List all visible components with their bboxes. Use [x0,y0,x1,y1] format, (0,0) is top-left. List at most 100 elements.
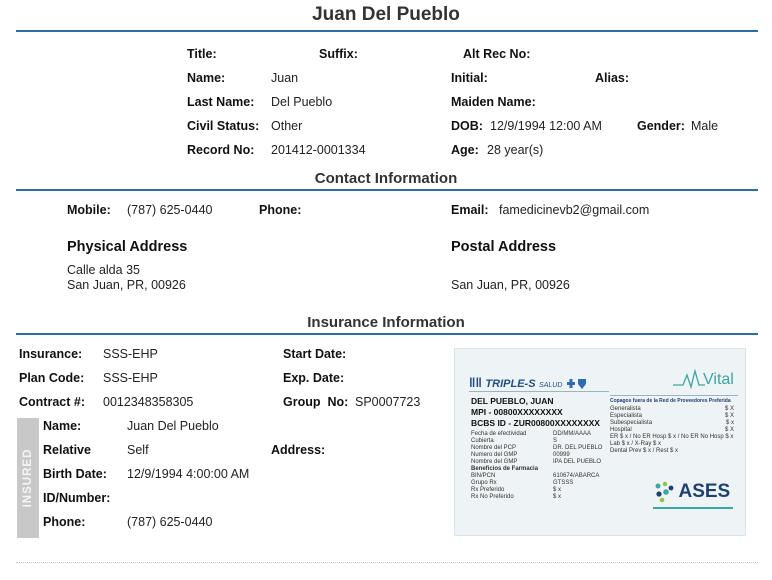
card-copay-label: Generalista [610,406,641,412]
card-pharmacy-row: Rx Preferido $ x [471,487,561,494]
name-label: Name: [187,71,226,85]
card-copay-row: ER $ x / No ER Hosp $ x / No ER No Hosp … [610,434,738,441]
card-pharmacy-label: Grupo Rx [471,480,497,486]
insured-name-label: Name: [43,419,82,433]
physical-address-line2: San Juan, PR, 00926 [67,278,186,292]
physical-address-heading: Physical Address [67,239,188,255]
record-no-label: Record No: [187,143,255,157]
plan-code-label: Plan Code: [19,371,85,385]
birth-date-label: Birth Date: [43,467,107,481]
ases-dots-icon [655,481,674,503]
card-field-label: Nombre del GMP [471,459,518,465]
email-label: Email: [451,203,489,217]
bcbs-cross-shield-icon [566,378,586,389]
card-copay-label: ER $ x / No ER Hosp $ x / No ER No Hosp … [610,434,734,440]
card-field-row: Cubierta S [471,438,557,445]
vital-brand: Vital [703,371,734,388]
title-divider [16,30,758,32]
insured-name-value: Juan Del Pueblo [127,419,219,433]
card-pharmacy-label: BIN/PCN [471,473,496,479]
card-copay-label: Dental Prev $ x / Rest $ x [610,448,679,454]
contract-value: 0012348358305 [103,395,194,409]
insured-phone-value: (787) 625-0440 [127,515,213,529]
card-copay-label: Subespecialista [610,420,653,426]
title-label: Title: [187,47,217,61]
card-pharmacy-heading: Beneficios de Farmacia [471,466,539,472]
email-value: famedicinevb2@gmail.com [499,203,650,217]
insured-tab-label: INSURED [22,448,34,508]
card-copay-label: Hospital [610,427,632,433]
card-pharmacy-value: $ x [553,487,562,493]
record-no-value: 201412-0001334 [271,143,366,157]
alt-rec-label: Alt Rec No: [463,47,531,61]
gender-value: Male [691,119,719,133]
card-field-row: Fecha de efectividad DD/MM/AAAA [471,431,591,438]
phone-label: Phone: [259,203,302,217]
insurance-section-title: Insurance Information [307,314,465,331]
civil-status-value: Other [271,119,303,133]
initial-label: Initial: [451,71,488,85]
postal-address-line1: San Juan, PR, 00926 [451,278,570,292]
triple-s-logo: ‖‖ TRIPLE-S SALUD [469,375,588,390]
physical-address-line1: Calle alda 35 [67,263,140,277]
card-copay-row: Subespecialista $ x [610,420,738,427]
ases-logo: ASES [653,481,730,503]
card-field-label: Numero del GMP [471,452,518,458]
start-date-label: Start Date: [283,347,347,361]
card-copay-value: $ X [724,406,734,412]
card-copay-label: Especialista [610,413,643,419]
card-left-divider [469,391,609,392]
maiden-name-label: Maiden Name: [451,95,536,109]
card-field-row: Nombre del GMP IPA DEL PUEBLO [471,459,601,466]
relative-value: Self [127,443,149,457]
suffix-label: Suffix: [319,47,358,61]
card-pharmacy-value: 610674/ABARCA [553,473,600,479]
insurance-card-image: ‖‖ TRIPLE-S SALUD Vital DEL PUEBLO, JUAN… [454,348,746,536]
card-field-list: Fecha de efectividad DD/MM/AAAA Cubierta S N… [471,431,602,501]
card-pharmacy-row: BIN/PCN 610674/ABARCA [471,473,599,480]
card-field-value: IPA DEL PUEBLO [553,459,602,465]
triple-s-sub: SALUD [539,382,563,389]
card-pharmacy-row: Grupo Rx GTSSS [471,480,573,487]
gender-label: Gender: [637,119,685,133]
card-copay-row: Generalista $ X [610,406,738,413]
insured-phone-label: Phone: [43,515,86,529]
insured-tab: INSURED [17,418,39,538]
card-bcbs-id: BCBS ID - ZUR00800XXXXXXXX [471,418,600,428]
contact-divider [16,189,758,191]
card-copay-label: Lab $ x / X-Ray $ x [610,441,662,447]
card-copay-row: Lab $ x / X-Ray $ x [610,441,738,448]
card-field-label: Cubierta [471,438,494,444]
age-value: 28 year(s) [487,143,544,157]
card-field-value: DD/MM/AAAA [553,431,592,437]
card-pharmacy-value: GTSSS [553,480,574,486]
ases-brand: ASES [678,481,731,502]
card-pharmacy-value: $ x [553,494,562,500]
triple-s-brand: TRIPLE-S [485,378,536,390]
card-copay-value: $ X [724,413,734,419]
group-no-value: SP0007723 [355,395,421,409]
card-member-name: DEL PUEBLO, JUAN [471,396,554,406]
footer-divider [16,562,758,563]
card-field-label: Nombre del PCP [471,445,517,451]
card-field-value: DR. DEL PUEBLO [553,445,603,451]
postal-address-heading: Postal Address [451,239,557,255]
relative-label: Relative [43,443,91,457]
insurance-divider [16,333,758,335]
card-copay-heading: Copagos fuera de la Red de Proveedores P… [610,398,731,404]
last-name-label: Last Name: [187,95,255,109]
card-field-row: Nombre del PCP DR. DEL PUEBLO [471,445,602,452]
ases-underline [653,507,733,509]
card-field-value: S [553,438,558,444]
card-pharmacy-label: Rx No Preferido [471,494,514,500]
card-pharmacy-label: Rx Preferido [471,487,505,493]
contact-section-title: Contact Information [314,170,458,187]
mobile-label: Mobile: [67,203,111,217]
dob-value: 12/9/1994 12:00 AM [490,119,602,133]
name-value: Juan [271,71,299,85]
vital-logo: Vital [673,368,743,394]
card-pharmacy-row: Rx No Preferido $ x [471,494,561,501]
birth-date-value: 12/9/1994 4:00:00 AM [127,467,250,481]
plan-code-value: SSS-EHP [103,371,158,385]
card-copay-value: $ X [724,427,734,433]
